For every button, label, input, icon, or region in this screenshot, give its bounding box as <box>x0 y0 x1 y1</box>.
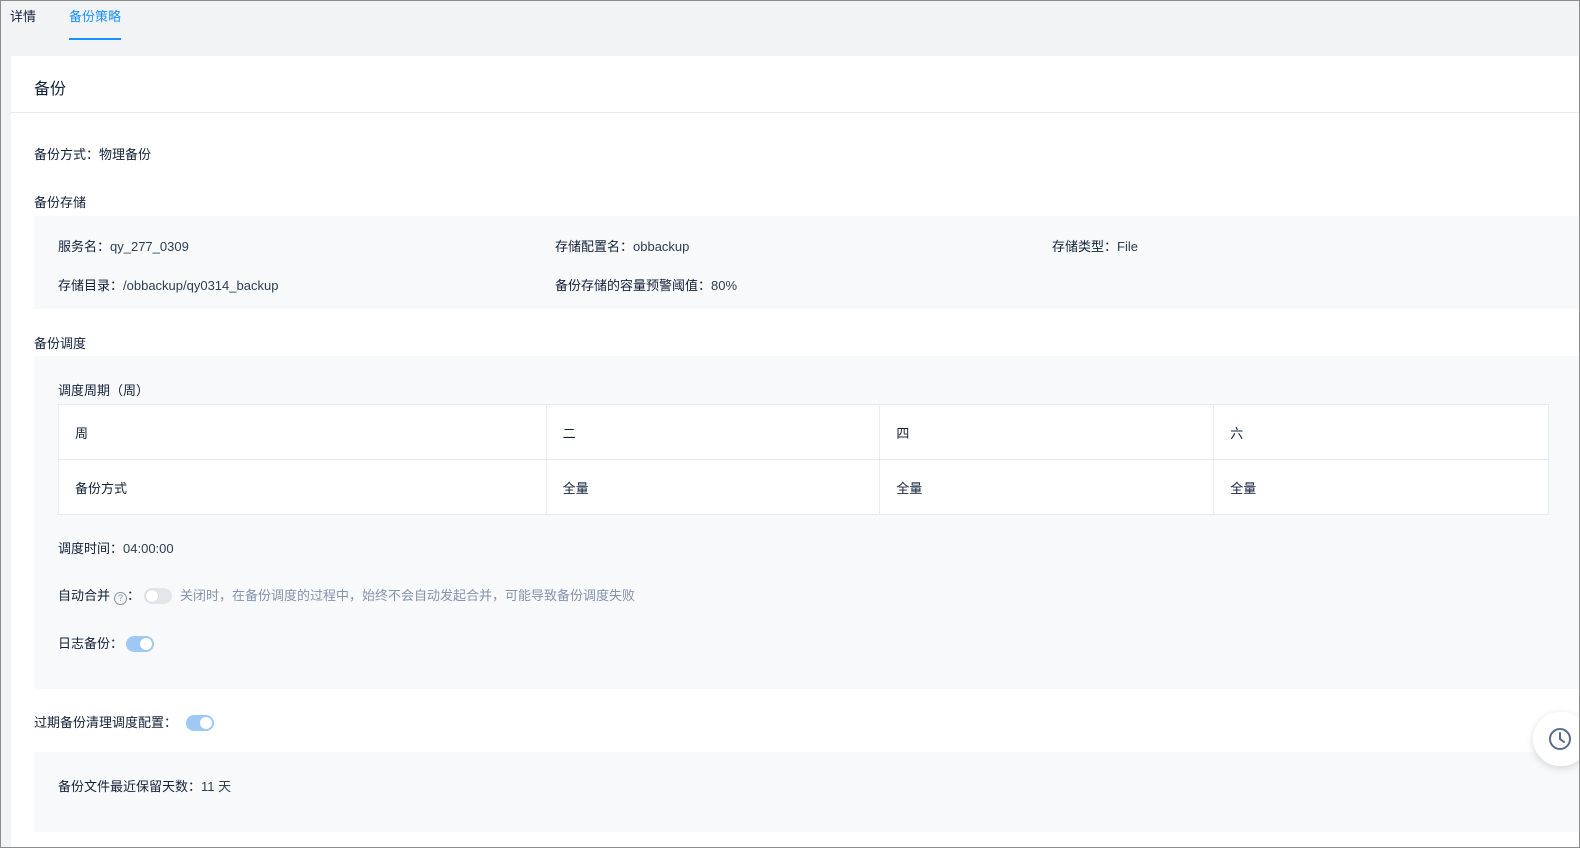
history-float-button[interactable] <box>1533 712 1580 766</box>
table-cell: 全量 <box>879 459 1215 515</box>
retention-value: 11 天 <box>201 779 232 794</box>
expire-cleanup-toggle[interactable] <box>186 715 214 731</box>
storage-directory-value: /obbackup/qy0314_backup <box>123 278 279 293</box>
storage-directory-field: 存储目录：/obbackup/qy0314_backup <box>58 275 278 294</box>
storage-box: 服务名：qy_277_0309 存储配置名：obbackup 存储类型：File… <box>34 216 1580 309</box>
schedule-box: 调度周期（周） 周 二 四 六 备份方式 全量 全量 全量 调度时间：04:00… <box>34 356 1580 689</box>
toggle-knob <box>146 590 158 602</box>
schedule-section-label: 备份调度 <box>34 336 87 351</box>
clock-icon <box>1549 728 1571 750</box>
storage-directory-label: 存储目录： <box>58 278 124 293</box>
retention-field: 备份文件最近保留天数：11 天 <box>58 776 231 795</box>
toggle-knob <box>200 717 212 729</box>
table-row: 备份方式 全量 全量 全量 <box>58 459 1549 515</box>
retention-box: 备份文件最近保留天数：11 天 <box>34 752 1580 832</box>
table-cell: 全量 <box>1213 459 1549 515</box>
backup-card: 备份 备份方式：物理备份 备份存储 服务名：qy_277_0309 存储配置名：… <box>11 56 1580 848</box>
storage-type-value: File <box>1117 239 1138 254</box>
schedule-period-label: 调度周期（周） <box>58 383 150 398</box>
storage-section-label: 备份存储 <box>34 195 87 210</box>
table-cell: 二 <box>545 404 881 460</box>
table-cell: 六 <box>1213 404 1549 460</box>
storage-type-label: 存储类型： <box>1052 239 1118 254</box>
card-header: 备份 <box>11 56 1580 113</box>
log-backup-label: 日志备份： <box>58 636 124 651</box>
config-name-label: 存储配置名： <box>555 239 634 254</box>
threshold-label: 备份存储的容量预警阈值： <box>555 278 712 293</box>
auto-merge-hint: 关闭时，在备份调度的过程中，始终不会自动发起合并，可能导致备份调度失败 <box>180 588 636 603</box>
backup-method-row: 备份方式：物理备份 <box>34 144 151 163</box>
schedule-time-field: 调度时间：04:00:00 <box>58 538 174 557</box>
table-cell: 备份方式 <box>58 459 547 515</box>
table-cell: 全量 <box>545 459 881 515</box>
auto-merge-toggle[interactable] <box>144 588 172 604</box>
auto-merge-colon: ： <box>127 588 141 603</box>
table-cell: 四 <box>879 404 1215 460</box>
threshold-field: 备份存储的容量预警阈值：80% <box>555 275 737 294</box>
log-backup-toggle[interactable] <box>126 636 154 652</box>
retention-label: 备份文件最近保留天数： <box>58 779 202 794</box>
backup-method-value: 物理备份 <box>99 147 152 162</box>
service-name-field: 服务名：qy_277_0309 <box>58 236 189 255</box>
tab-detail[interactable]: 详情 <box>10 0 36 40</box>
table-cell: 周 <box>58 404 547 460</box>
schedule-table: 周 二 四 六 备份方式 全量 全量 全量 <box>58 404 1549 515</box>
table-row: 周 二 四 六 <box>58 404 1549 460</box>
storage-type-field: 存储类型：File <box>1052 236 1138 255</box>
card-title: 备份 <box>34 81 67 98</box>
service-name-label: 服务名： <box>58 239 111 254</box>
auto-merge-field: 自动合并?： <box>58 585 140 605</box>
schedule-time-label: 调度时间： <box>58 541 124 556</box>
schedule-time-value: 04:00:00 <box>123 541 174 556</box>
tab-backup-policy[interactable]: 备份策略 <box>69 0 122 40</box>
toggle-knob <box>140 638 152 650</box>
config-name-field: 存储配置名：obbackup <box>555 236 689 255</box>
auto-merge-label: 自动合并 <box>58 588 111 603</box>
config-name-value: obbackup <box>633 239 690 254</box>
backup-method-label: 备份方式： <box>34 147 100 162</box>
question-circle-icon[interactable]: ? <box>114 592 128 605</box>
threshold-value: 80% <box>711 278 738 293</box>
tab-bar: 详情 备份策略 <box>0 0 1580 42</box>
expire-cleanup-label: 过期备份清理调度配置： <box>34 715 178 730</box>
service-name-value: qy_277_0309 <box>110 239 189 254</box>
